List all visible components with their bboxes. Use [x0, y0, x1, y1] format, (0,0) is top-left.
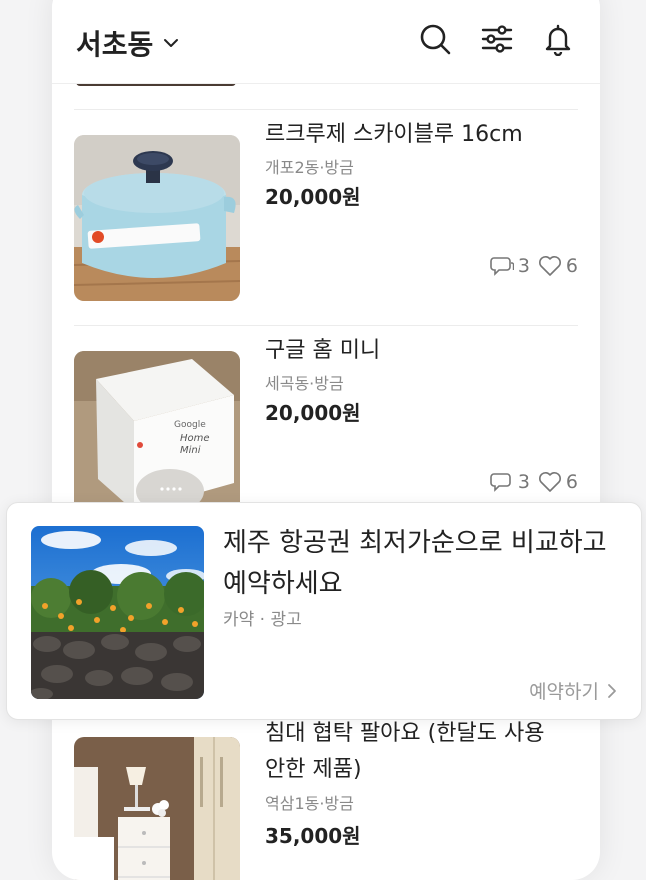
- item-title-line: 침대 협탁 팔아요 (한달도 사용: [265, 721, 545, 746]
- app-header: 서초동: [52, 0, 600, 84]
- item-title-line: 안한 제품): [265, 757, 362, 782]
- list-item-google-home-mini[interactable]: Google Home Mini 구글 홈 미니 세곡동·방금 20,000원 …: [74, 338, 578, 517]
- ad-thumbnail: [31, 526, 204, 699]
- phone-screen: 서초동 르크루제 스카이블루 16cm 개포2동·방금 20,000원 3 6 …: [52, 0, 600, 880]
- svg-text:Home: Home: [180, 433, 210, 444]
- list-item-le-creuset[interactable]: 르크루제 스카이블루 16cm 개포2동·방금 20,000원 3 6: [74, 122, 578, 301]
- heart-icon: [538, 256, 561, 276]
- ad-reserve-link[interactable]: 예약하기: [529, 677, 617, 704]
- item-title: 구글 홈 미니: [265, 338, 381, 363]
- item-title: 르크루제 스카이블루 16cm: [265, 122, 523, 147]
- ad-cta-label: 예약하기: [529, 681, 599, 703]
- ad-sponsor-label: 카약 · 광고: [223, 610, 302, 630]
- chevron-down-icon: [164, 39, 179, 47]
- item-thumbnail: [74, 135, 240, 301]
- location-label: 서초동: [76, 28, 154, 61]
- item-thumbnail: Google Home Mini: [74, 351, 240, 517]
- ad-title: 제주 항공권 최저가순으로 비교하고 예약하세요: [223, 523, 627, 605]
- bell-icon[interactable]: [541, 22, 575, 56]
- like-count: 6: [565, 255, 578, 277]
- ad-title-line: 예약하세요: [223, 569, 343, 599]
- location-selector[interactable]: 서초동: [76, 23, 179, 63]
- item-price: 20,000원: [265, 185, 361, 209]
- item-title: 침대 협탁 팔아요 (한달도 사용 안한 제품): [265, 716, 544, 788]
- svg-text:Mini: Mini: [180, 445, 201, 456]
- item-meta: 세곡동·방금: [265, 374, 344, 393]
- like-count: 6: [565, 471, 578, 493]
- divider: [74, 325, 578, 326]
- comment-count: 3: [517, 255, 530, 277]
- svg-text:Google: Google: [174, 420, 206, 430]
- item-thumbnail: [74, 737, 240, 880]
- comment-icon: [490, 257, 514, 276]
- item-stats: 3 6: [490, 255, 578, 277]
- item-price: 20,000원: [265, 401, 361, 425]
- comment-icon: [490, 473, 511, 492]
- item-meta: 역삼1동·방금: [265, 794, 354, 813]
- list-item-nightstand[interactable]: 침대 협탁 팔아요 (한달도 사용 안한 제품) 역삼1동·방금 35,000원: [74, 721, 578, 880]
- item-price: 35,000원: [265, 824, 361, 848]
- comment-count: 3: [517, 471, 530, 493]
- divider: [74, 109, 578, 110]
- ad-card[interactable]: 제주 항공권 최저가순으로 비교하고 예약하세요 카약 · 광고 예약하기: [6, 502, 642, 720]
- item-meta: 개포2동·방금: [265, 158, 354, 177]
- filter-icon[interactable]: [480, 22, 514, 56]
- item-stats: 3 6: [490, 471, 578, 493]
- ad-title-line: 제주 항공권 최저가순으로 비교하고: [223, 528, 607, 558]
- heart-icon: [538, 472, 561, 492]
- search-icon[interactable]: [418, 22, 452, 56]
- chevron-right-icon: [608, 683, 616, 698]
